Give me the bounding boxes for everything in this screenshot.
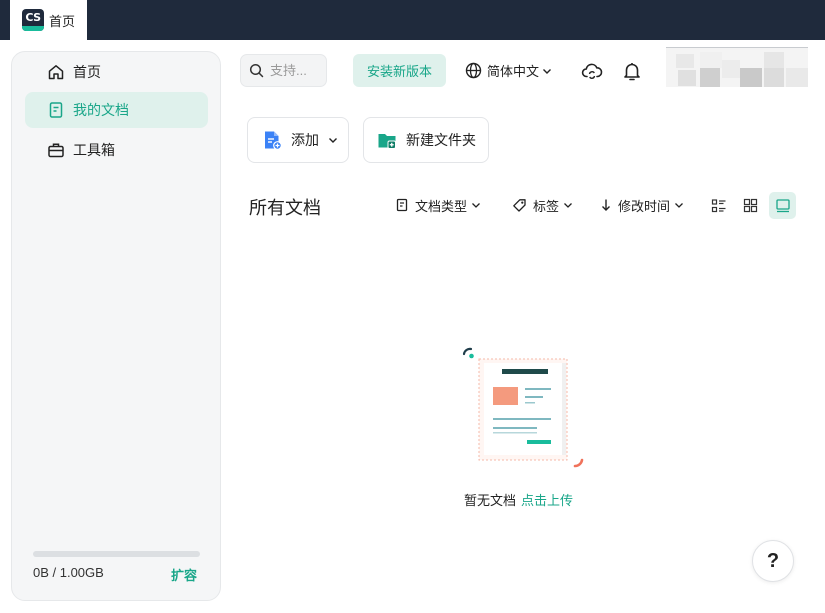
add-button[interactable]: 添加 <box>247 117 349 163</box>
empty-state-message: 暂无文档 点击上传 <box>464 490 573 509</box>
language-selector[interactable]: 简体中文 <box>465 54 552 87</box>
home-icon <box>47 63 65 81</box>
page-title: 所有文档 <box>249 198 321 218</box>
search-input[interactable] <box>270 63 325 78</box>
search-icon <box>249 63 264 78</box>
doc-type-label: 文档类型 <box>415 198 468 214</box>
storage-progress-bar <box>33 551 200 557</box>
empty-state-text: 暂无文档 <box>464 493 517 508</box>
chevron-down-icon <box>471 200 481 210</box>
install-new-version-button[interactable]: 安装新版本 <box>353 54 446 87</box>
empty-documents-illustration-icon <box>462 347 584 468</box>
cloud-sync-icon[interactable] <box>581 60 603 82</box>
doc-type-filter[interactable]: 文档类型 <box>395 194 481 216</box>
sidebar-item-label: 我的文档 <box>73 102 129 118</box>
tab-home[interactable]: CS 首页 <box>10 0 87 40</box>
new-folder-label: 新建文件夹 <box>406 132 476 148</box>
toolbox-icon <box>47 141 65 159</box>
chevron-down-icon <box>542 66 552 76</box>
user-avatar[interactable] <box>666 47 808 87</box>
chevron-down-icon <box>563 200 573 210</box>
tab-label: 首页 <box>49 13 76 29</box>
new-folder-icon <box>377 130 397 150</box>
tags-label: 标签 <box>533 198 560 214</box>
sidebar-item-label: 首页 <box>73 64 101 80</box>
sort-modified-time[interactable]: 修改时间 <box>600 194 684 216</box>
help-button[interactable]: ? <box>752 540 794 582</box>
tags-filter[interactable]: 标签 <box>512 194 573 216</box>
search-box[interactable] <box>240 54 327 87</box>
storage-usage-text: 0B / 1.00GB <box>33 565 104 580</box>
app-logo-icon: CS <box>22 9 44 31</box>
add-document-icon <box>262 130 282 150</box>
expand-storage-link[interactable]: 扩容 <box>171 565 197 584</box>
sidebar-item-toolbox[interactable]: 工具箱 <box>25 132 208 168</box>
notification-bell-icon[interactable] <box>621 60 643 82</box>
globe-icon <box>465 62 482 79</box>
title-bar: CS 首页 <box>0 0 825 40</box>
card-view-icon[interactable] <box>769 192 796 219</box>
app-logo-text: CS <box>25 11 41 24</box>
new-folder-button[interactable]: 新建文件夹 <box>363 117 489 163</box>
tag-icon <box>512 198 527 213</box>
sidebar: 首页 我的文档 工具箱 0B / 1.00GB 扩容 <box>11 51 221 601</box>
document-type-icon <box>395 198 409 212</box>
sort-label: 修改时间 <box>618 198 671 214</box>
arrow-down-icon <box>600 198 612 212</box>
sidebar-item-label: 工具箱 <box>73 142 115 158</box>
upload-link[interactable]: 点击上传 <box>521 493 573 508</box>
document-icon <box>47 101 65 119</box>
add-button-label: 添加 <box>291 132 319 148</box>
chevron-down-icon <box>674 200 684 210</box>
chevron-down-icon <box>328 135 338 145</box>
sidebar-item-home[interactable]: 首页 <box>25 54 208 90</box>
list-view-icon[interactable] <box>705 192 732 219</box>
language-label: 简体中文 <box>487 64 540 79</box>
grid-view-icon[interactable] <box>737 192 764 219</box>
sidebar-item-my-documents[interactable]: 我的文档 <box>25 92 208 128</box>
